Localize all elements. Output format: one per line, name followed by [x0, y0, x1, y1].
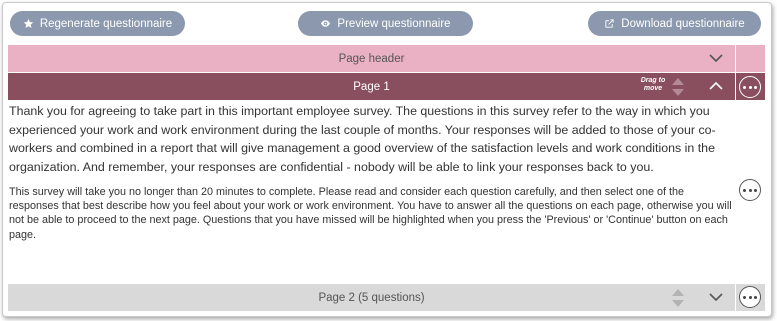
page1-label: Page 1: [353, 80, 390, 93]
regenerate-questionnaire-button[interactable]: Regenerate questionnaire: [10, 11, 185, 36]
page-header-label: Page header: [338, 52, 405, 65]
preview-questionnaire-button[interactable]: Preview questionnaire: [298, 11, 473, 36]
reorder-arrows-icon[interactable]: [671, 76, 685, 98]
page2-label: Page 2 (5 questions): [318, 291, 425, 304]
questionnaire-editor: Regenerate questionnaire Preview questio…: [2, 2, 772, 317]
page1-more-options-button[interactable]: [739, 76, 761, 98]
page2-more-options-button[interactable]: [739, 286, 761, 308]
chevron-down-icon[interactable]: [709, 292, 723, 302]
page-header-bar[interactable]: Page header: [8, 45, 735, 72]
drag-to-move-hint: Drag to move: [640, 77, 666, 92]
page2-bar[interactable]: Page 2 (5 questions): [8, 284, 735, 311]
chevron-up-icon[interactable]: [709, 81, 723, 91]
regenerate-label: Regenerate questionnaire: [39, 17, 173, 30]
content-more-options-button[interactable]: [739, 179, 761, 201]
reorder-arrows-icon[interactable]: [671, 287, 685, 309]
download-label: Download questionnaire: [621, 17, 745, 30]
external-link-icon: [605, 19, 614, 28]
page-header-side-cell: [736, 45, 765, 72]
download-questionnaire-button[interactable]: Download questionnaire: [588, 11, 761, 36]
page1-bar[interactable]: Page 1 Drag to move: [8, 73, 735, 100]
intro-paragraph-1: Thank you for agreeing to take part in t…: [9, 104, 716, 174]
toolbar: Regenerate questionnaire Preview questio…: [3, 3, 773, 43]
chevron-down-icon[interactable]: [709, 53, 723, 63]
star-icon: [23, 18, 34, 29]
page1-content: Thank you for agreeing to take part in t…: [9, 102, 734, 242]
intro-paragraph-2: This survey will take you no longer than…: [9, 186, 732, 241]
preview-label: Preview questionnaire: [337, 17, 451, 30]
eye-icon: [321, 20, 331, 27]
